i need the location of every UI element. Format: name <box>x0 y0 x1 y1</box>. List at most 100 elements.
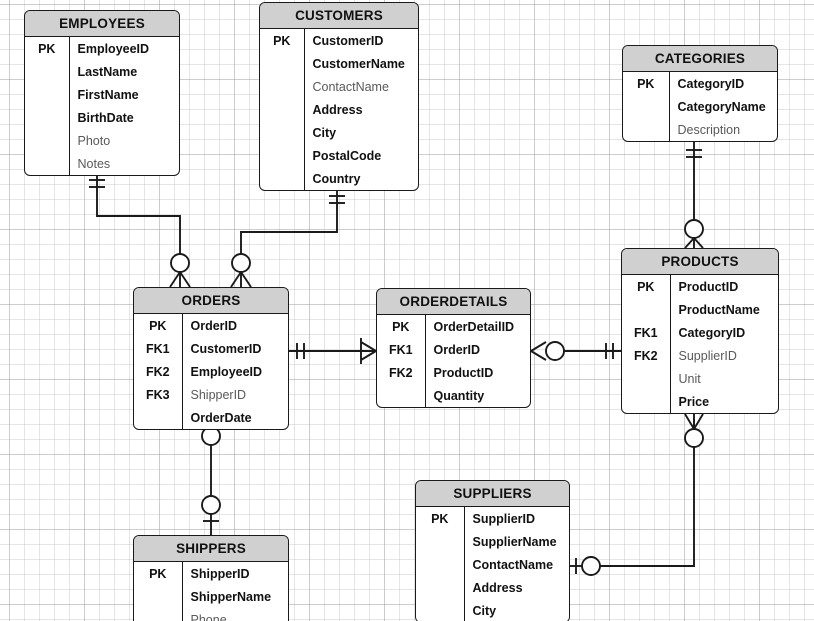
attribute-name: Country <box>312 171 361 186</box>
attribute-name: OrderDetailID <box>433 319 515 334</box>
entity-title-customers: CUSTOMERS <box>260 3 418 29</box>
attribute-key <box>260 98 305 121</box>
attribute-list: PK OrderDetailID FK1 OrderID FK2 ProductID Qua… <box>377 315 530 407</box>
attribute-key: PK <box>134 314 183 337</box>
attribute-list: PK ShipperID ShipperName Phone <box>134 562 288 621</box>
attribute-name: Quantity <box>433 388 485 403</box>
attribute-key: PK <box>260 29 305 52</box>
attribute-row: ShipperName <box>134 585 288 608</box>
attribute-key <box>416 530 465 553</box>
attribute-name: ShipperID <box>190 387 247 402</box>
attribute-row: CustomerName <box>260 52 418 75</box>
attribute-row: FK1 CustomerID <box>134 337 288 360</box>
attribute-list: PK SupplierID SupplierName ContactName Addre… <box>416 507 569 621</box>
attribute-name: Unit <box>678 371 701 386</box>
attribute-key <box>25 152 70 175</box>
attribute-key <box>260 75 305 98</box>
attribute-row: PK EmployeeID <box>25 37 179 60</box>
attribute-row: PK ShipperID <box>134 562 288 585</box>
attribute-name: ProductID <box>678 279 739 294</box>
attribute-key <box>134 585 183 608</box>
attribute-row: ProductName <box>622 298 778 321</box>
entity-title-orderdetails: ORDERDETAILS <box>377 289 530 315</box>
attribute-list: PK OrderID FK1 CustomerID FK2 EmployeeID FK3 Sh… <box>134 314 288 429</box>
connector-products-suppliers <box>570 413 704 576</box>
attribute-key <box>623 95 670 118</box>
attribute-key <box>377 384 426 407</box>
attribute-key: FK1 <box>377 338 426 361</box>
attribute-key: FK1 <box>134 337 183 360</box>
attribute-row: Address <box>260 98 418 121</box>
attribute-key: FK1 <box>622 321 671 344</box>
attribute-row: FK2 EmployeeID <box>134 360 288 383</box>
entity-suppliers[interactable]: SUPPLIERS PK SupplierID SupplierName Contact… <box>415 480 570 621</box>
attribute-name: Photo <box>77 133 111 148</box>
attribute-key: PK <box>416 507 465 530</box>
er-diagram-canvas: EMPLOYEES PK EmployeeID LastName FirstName Bi… <box>0 0 814 621</box>
attribute-key <box>134 608 183 621</box>
attribute-key: PK <box>25 37 70 60</box>
attribute-row: Country <box>260 167 418 190</box>
attribute-row: Price <box>622 390 778 413</box>
entity-employees[interactable]: EMPLOYEES PK EmployeeID LastName FirstName Bi… <box>24 10 180 176</box>
entity-title-employees: EMPLOYEES <box>25 11 179 37</box>
attribute-name: EmployeeID <box>77 41 150 56</box>
attribute-name: CategoryID <box>678 325 746 340</box>
attribute-key <box>134 406 183 429</box>
attribute-key: FK2 <box>622 344 671 367</box>
entity-products[interactable]: PRODUCTS PK ProductID ProductName FK1 Categor… <box>621 248 779 414</box>
connector-customers-orders <box>230 183 345 288</box>
attribute-row: BirthDate <box>25 106 179 129</box>
attribute-key <box>25 129 70 152</box>
attribute-name: OrderDate <box>190 410 252 425</box>
entity-title-shippers: SHIPPERS <box>134 536 288 562</box>
attribute-name: SupplierID <box>472 511 536 526</box>
attribute-name: ProductID <box>433 365 494 380</box>
attribute-row: OrderDate <box>134 406 288 429</box>
attribute-row: FK1 CategoryID <box>622 321 778 344</box>
entity-title-products: PRODUCTS <box>622 249 778 275</box>
attribute-key <box>623 118 670 141</box>
attribute-name: ShipperID <box>190 566 250 581</box>
attribute-key: PK <box>622 275 671 298</box>
entity-customers[interactable]: CUSTOMERS PK CustomerID CustomerName Contact… <box>259 2 419 191</box>
attribute-row: PostalCode <box>260 144 418 167</box>
attribute-key <box>416 599 465 621</box>
entity-orders[interactable]: ORDERS PK OrderID FK1 CustomerID FK2 EmployeeI… <box>133 287 289 430</box>
attribute-row: PK OrderID <box>134 314 288 337</box>
attribute-row: City <box>260 121 418 144</box>
attribute-row: Photo <box>25 129 179 152</box>
entity-title-orders: ORDERS <box>134 288 288 314</box>
attribute-name: CategoryName <box>677 99 766 114</box>
attribute-row: PK ProductID <box>622 275 778 298</box>
attribute-key <box>260 121 305 144</box>
attribute-name: Phone <box>190 612 227 621</box>
attribute-key: PK <box>134 562 183 585</box>
attribute-row: FK2 SupplierID <box>622 344 778 367</box>
attribute-key <box>622 390 671 413</box>
attribute-row: FK2 ProductID <box>377 361 530 384</box>
entity-shippers[interactable]: SHIPPERS PK ShipperID ShipperName Phone <box>133 535 289 621</box>
attribute-row: Quantity <box>377 384 530 407</box>
attribute-name: City <box>472 603 497 618</box>
attribute-key: PK <box>377 315 426 338</box>
attribute-name: ProductName <box>678 302 760 317</box>
attribute-name: Description <box>677 122 741 137</box>
attribute-row: PK SupplierID <box>416 507 569 530</box>
entity-orderdetails[interactable]: ORDERDETAILS PK OrderDetailID FK1 OrderID FK2… <box>376 288 531 408</box>
attribute-row: FK3 ShipperID <box>134 383 288 406</box>
attribute-name: LastName <box>77 64 138 79</box>
attribute-key <box>25 83 70 106</box>
attribute-row: ContactName <box>416 553 569 576</box>
attribute-name: FirstName <box>77 87 139 102</box>
attribute-list: PK ProductID ProductName FK1 CategoryID FK2 Su… <box>622 275 778 413</box>
attribute-list: PK EmployeeID LastName FirstName BirthDate Ph… <box>25 37 179 175</box>
attribute-name: ContactName <box>312 79 389 94</box>
entity-categories[interactable]: CATEGORIES PK CategoryID CategoryName Descri… <box>622 45 778 142</box>
attribute-list: PK CustomerID CustomerName ContactName Addre… <box>260 29 418 190</box>
attribute-name: PostalCode <box>312 148 382 163</box>
attribute-name: Price <box>678 394 710 409</box>
attribute-row: Description <box>623 118 777 141</box>
attribute-key <box>622 367 671 390</box>
attribute-name: CategoryID <box>677 76 745 91</box>
